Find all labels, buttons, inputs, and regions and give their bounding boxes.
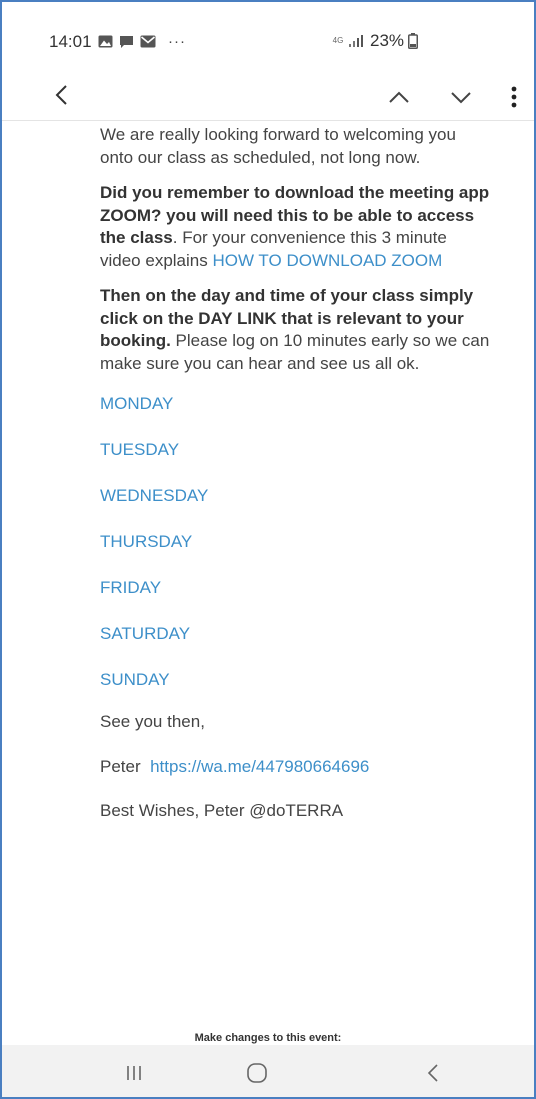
battery-icon [408,33,419,49]
navigation-bar [2,1045,534,1097]
day-link-thursday[interactable]: THURSDAY [100,531,490,553]
status-time: 14:01 [49,32,92,51]
status-indicators: 4G 23% [332,31,419,51]
chevron-down-icon[interactable] [446,82,476,112]
back-icon[interactable] [50,78,74,112]
home-icon[interactable] [246,1062,268,1084]
see-you-text: See you then, [100,712,205,731]
gallery-icon [98,35,113,48]
day-link-wednesday[interactable]: WEDNESDAY [100,485,490,507]
notification-icons: ··· [98,33,186,50]
chevron-up-icon[interactable] [384,82,414,112]
battery-percent: 23% [370,31,405,50]
phone-screen: 14:01 ··· 4G 23% We are really looking f… [0,0,536,1099]
day-link-sunday[interactable]: SUNDAY [100,669,490,691]
recent-apps-icon[interactable] [124,1063,144,1083]
network-type: 4G [332,36,344,45]
instructions-paragraph: Then on the day and time of your class s… [100,285,490,375]
zoom-paragraph: Did you remember to download the meeting… [100,182,490,272]
best-wishes-text: Best Wishes, Peter @doTERRA [100,801,344,820]
day-link-saturday[interactable]: SATURDAY [100,623,490,645]
more-vertical-icon[interactable] [506,80,522,114]
whatsapp-link[interactable]: https://wa.me/447980664696 [150,757,369,776]
app-bar [2,74,534,121]
day-links: MONDAY TUESDAY WEDNESDAY THURSDAY FRIDAY… [100,393,490,691]
day-link-friday[interactable]: FRIDAY [100,577,490,599]
signoff-line: Peter https://wa.me/447980664696 [100,756,490,779]
mail-icon [140,35,156,48]
chat-icon [120,35,133,48]
how-to-download-zoom-link[interactable]: HOW TO DOWNLOAD ZOOM [212,251,442,270]
intro-paragraph: We are really looking forward to welcomi… [100,125,456,167]
email-body: We are really looking forward to welcomi… [100,124,490,845]
more-notifications: ··· [168,33,186,50]
day-link-tuesday[interactable]: TUESDAY [100,439,490,461]
nav-back-icon[interactable] [426,1062,440,1084]
status-bar: 14:01 ··· 4G 23% [2,2,534,74]
signoff-name: Peter [100,756,141,776]
signal-icon [349,35,363,47]
make-changes-heading: Make changes to this event: [194,1032,342,1044]
day-link-monday[interactable]: MONDAY [100,393,490,415]
